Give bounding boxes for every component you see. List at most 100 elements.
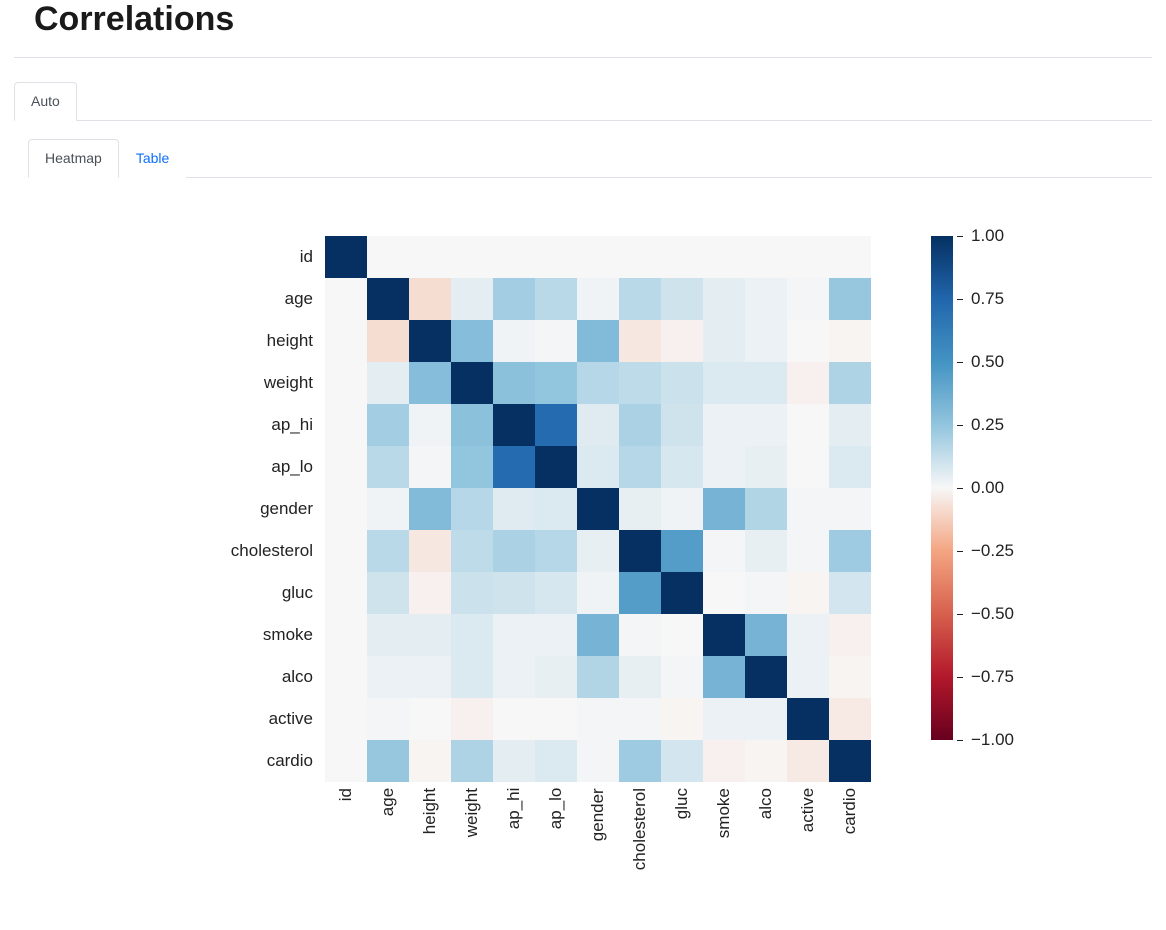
heatmap-cell: [535, 362, 577, 404]
colorbar-tick: 0.50: [957, 352, 1004, 372]
heatmap-cell: [829, 572, 871, 614]
heatmap-cell: [661, 698, 703, 740]
correlations-panel: Auto HeatmapTable idageheightweightap_hi…: [14, 57, 1152, 872]
heatmap-cell: [577, 530, 619, 572]
heatmap-cell: [745, 404, 787, 446]
heatmap-cell: [535, 572, 577, 614]
heatmap-cell: [493, 320, 535, 362]
colorbar-tick: 0.75: [957, 289, 1004, 309]
heatmap-y-tick: gluc: [209, 572, 319, 614]
heatmap-cell: [535, 740, 577, 782]
heatmap-cell: [325, 320, 367, 362]
heatmap-cell: [703, 320, 745, 362]
heatmap-cell: [367, 278, 409, 320]
heatmap-cell: [745, 446, 787, 488]
heatmap-x-tick: id: [325, 788, 367, 872]
heatmap-cell: [661, 236, 703, 278]
heatmap-cell: [367, 446, 409, 488]
heatmap-cell: [619, 614, 661, 656]
heatmap-x-tick: height: [409, 788, 451, 872]
heatmap-cell: [829, 278, 871, 320]
heatmap-cell: [661, 362, 703, 404]
heatmap-cell: [787, 572, 829, 614]
heatmap-cell: [409, 572, 451, 614]
heatmap-cell: [493, 530, 535, 572]
heatmap-cell: [619, 572, 661, 614]
heatmap-cell: [451, 404, 493, 446]
page-title: Correlations: [34, 0, 1166, 39]
heatmap-cell: [577, 278, 619, 320]
heatmap-cell: [325, 698, 367, 740]
heatmap-x-tick: age: [367, 788, 409, 872]
heatmap-y-tick: gender: [209, 488, 319, 530]
colorbar-tick: −1.00: [957, 730, 1014, 750]
heatmap-cell: [577, 656, 619, 698]
colorbar-tick: 0.00: [957, 478, 1004, 498]
heatmap-x-tick: active: [787, 788, 829, 872]
heatmap-x-tick: weight: [451, 788, 493, 872]
heatmap-cell: [829, 740, 871, 782]
colorbar-tick: −0.50: [957, 604, 1014, 624]
heatmap-cell: [787, 614, 829, 656]
heatmap-x-tick: ap_hi: [493, 788, 535, 872]
heatmap-cell: [787, 740, 829, 782]
heatmap-cell: [535, 446, 577, 488]
heatmap-cell: [661, 320, 703, 362]
heatmap-y-tick: weight: [209, 362, 319, 404]
heatmap-cell: [829, 530, 871, 572]
heatmap-x-tick: smoke: [703, 788, 745, 872]
heatmap-cell: [619, 656, 661, 698]
heatmap-cell: [367, 320, 409, 362]
heatmap-cell: [745, 740, 787, 782]
tab-sub-heatmap[interactable]: Heatmap: [28, 139, 119, 178]
heatmap-cell: [577, 320, 619, 362]
heatmap-cell: [787, 698, 829, 740]
heatmap-chart: idageheightweightap_hiap_logendercholest…: [14, 196, 1152, 872]
heatmap-x-tick: alco: [745, 788, 787, 872]
heatmap-cell: [325, 614, 367, 656]
heatmap-cell: [703, 740, 745, 782]
tabs-sub: HeatmapTable: [28, 139, 1152, 178]
heatmap-y-tick: smoke: [209, 614, 319, 656]
colorbar-tick: −0.75: [957, 667, 1014, 687]
heatmap-cell: [745, 278, 787, 320]
heatmap-cell: [577, 236, 619, 278]
heatmap-cell: [745, 236, 787, 278]
heatmap-cell: [325, 740, 367, 782]
heatmap-cell: [535, 656, 577, 698]
heatmap-cell: [661, 488, 703, 530]
heatmap-cell: [451, 488, 493, 530]
heatmap-cell: [745, 656, 787, 698]
heatmap-cell: [367, 488, 409, 530]
heatmap-cell: [703, 614, 745, 656]
heatmap-cell: [703, 488, 745, 530]
heatmap-y-tick: age: [209, 278, 319, 320]
tab-sub-table[interactable]: Table: [119, 139, 186, 178]
heatmap-cell: [577, 740, 619, 782]
heatmap-y-tick: active: [209, 698, 319, 740]
heatmap-cell: [493, 404, 535, 446]
heatmap-cell: [829, 320, 871, 362]
heatmap-cell: [451, 740, 493, 782]
heatmap-cell: [493, 446, 535, 488]
heatmap-x-tick: gluc: [661, 788, 703, 872]
heatmap-cell: [409, 446, 451, 488]
tab-main-auto[interactable]: Auto: [14, 82, 77, 121]
heatmap-cell: [367, 698, 409, 740]
heatmap-y-tick: alco: [209, 656, 319, 698]
heatmap-cell: [325, 236, 367, 278]
tabs-main: Auto: [14, 82, 1152, 121]
heatmap-cell: [745, 362, 787, 404]
heatmap-y-tick: cardio: [209, 740, 319, 782]
heatmap-cell: [787, 362, 829, 404]
heatmap-cell: [661, 446, 703, 488]
heatmap-cell: [619, 530, 661, 572]
heatmap-y-tick: ap_lo: [209, 446, 319, 488]
heatmap-cell: [619, 362, 661, 404]
heatmap-cell: [451, 320, 493, 362]
heatmap-x-tick: ap_lo: [535, 788, 577, 872]
heatmap-cell: [535, 698, 577, 740]
heatmap-cell: [661, 740, 703, 782]
heatmap-cell: [745, 698, 787, 740]
heatmap-cell: [535, 236, 577, 278]
